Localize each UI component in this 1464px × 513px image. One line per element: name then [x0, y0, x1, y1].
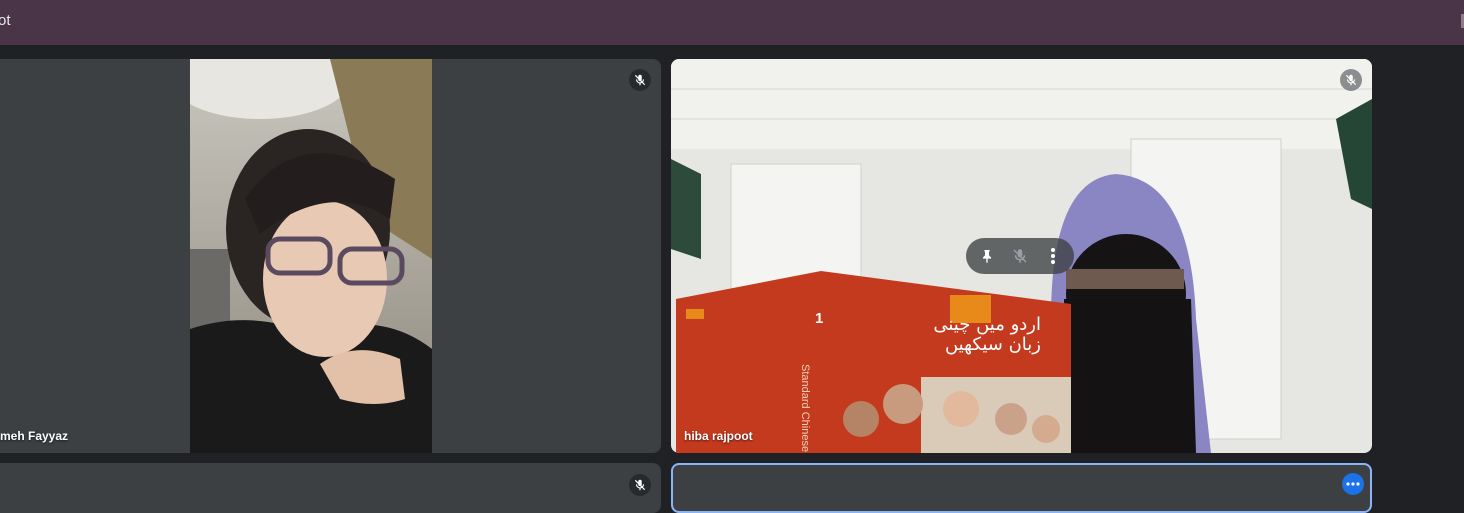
tile-hover-toolbar — [966, 238, 1074, 274]
book-spine-text: Standard Chinese — [799, 364, 811, 453]
participant-tile[interactable] — [0, 463, 661, 513]
participant-name: hiba rajpoot — [684, 429, 753, 443]
participant-tile[interactable] — [671, 463, 1372, 513]
book-title: اردو میں چینی زبان سیکھیں — [876, 315, 1041, 355]
more-horiz-icon[interactable] — [1342, 473, 1364, 495]
participant-video — [190, 59, 432, 453]
mic-off-icon — [1013, 249, 1027, 263]
book-title-line: اردو میں چینی — [933, 314, 1041, 335]
more-vert-icon[interactable] — [1040, 243, 1066, 269]
participant-tile[interactable]: 1 Standard Chinese اردو میں چینی زبان سی… — [671, 59, 1372, 453]
mic-off-icon — [1340, 69, 1362, 91]
participant-name: meh Fayyaz — [0, 429, 69, 443]
book-title-line: زبان سیکھیں — [944, 334, 1041, 355]
meeting-header: ot — [0, 0, 1464, 45]
mic-off-icon — [629, 474, 651, 496]
pin-icon[interactable] — [974, 243, 1000, 269]
video-frame — [190, 59, 432, 453]
meeting-title: ot — [0, 12, 11, 29]
participant-tile[interactable]: meh Fayyaz — [0, 59, 661, 453]
mute-button[interactable] — [1007, 243, 1033, 269]
book-spine-number: 1 — [815, 310, 824, 327]
mic-off-icon — [629, 69, 651, 91]
